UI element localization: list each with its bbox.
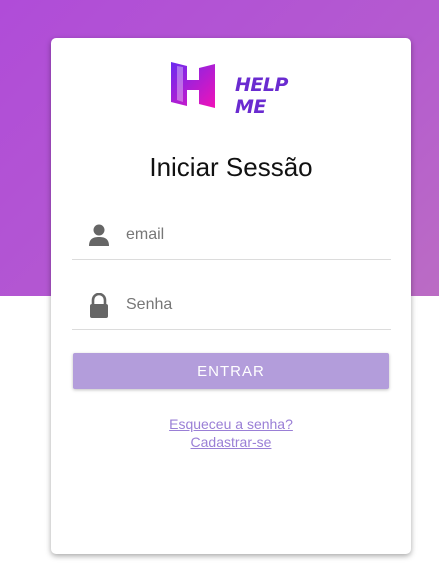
person-icon [88,223,110,247]
brand-name: HELP ME [235,74,288,118]
brand-logo: HELP ME [169,60,301,118]
password-input[interactable] [126,292,376,318]
login-card: HELP ME Iniciar Sessão ENTRAR Esqueceu a… [51,38,411,554]
lock-icon [88,292,110,318]
email-field [72,216,391,260]
logo-h-icon [171,62,215,108]
forgot-password-link[interactable]: Esqueceu a senha? [51,416,411,432]
login-button[interactable]: ENTRAR [73,353,389,389]
email-input[interactable] [126,222,376,248]
signup-link[interactable]: Cadastrar-se [51,434,411,450]
password-field [72,286,391,330]
page-title: Iniciar Sessão [149,152,313,182]
